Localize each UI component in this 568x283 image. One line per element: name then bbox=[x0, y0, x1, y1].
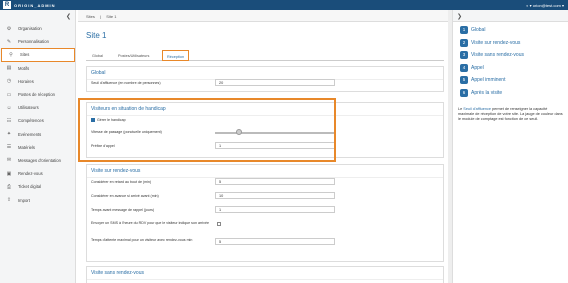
breadcrumb-current: Site 1 bbox=[106, 13, 117, 19]
seuil-label: Seuil d'affluence (en nombre de personne… bbox=[91, 81, 161, 85]
organisation-icon: ⚙ bbox=[6, 25, 12, 32]
tab-postes-utilisateurs[interactable]: Postes/Utilisateurs bbox=[114, 50, 153, 61]
handicap-highlight bbox=[78, 98, 336, 162]
help-step-label: Global bbox=[471, 27, 486, 33]
help-panel: ❯ 1 Global 2 Visite sur rendez-vous 3 Visite … bbox=[452, 10, 568, 283]
collapse-help-icon[interactable]: ❯ bbox=[457, 13, 462, 20]
sans-rdv-panel-title: Visite sans rendez-vous bbox=[87, 267, 443, 280]
attente-input[interactable]: 5 bbox=[215, 238, 335, 245]
sidebar-item-label: Motifs bbox=[18, 65, 30, 71]
sidebar-item-utilisateurs[interactable]: ☺ Utilisateurs bbox=[0, 101, 76, 114]
help-step-5[interactable]: 5 Appel imminent bbox=[460, 76, 505, 84]
motifs-icon: ▤ bbox=[6, 65, 12, 72]
import-icon: ⇪ bbox=[6, 197, 12, 204]
user-menu[interactable]: ◐ ▾ orion@test.com ▾ bbox=[526, 3, 564, 8]
rendezvous-icon: ▣ bbox=[6, 170, 12, 177]
help-step-label: Visite sur rendez-vous bbox=[471, 39, 521, 46]
help-step-6[interactable]: 6 Après la visite bbox=[460, 88, 503, 97]
avance-label: Considérer en avance si arrivé avant (mi… bbox=[91, 194, 159, 198]
breadcrumb: Sites | Site 1 bbox=[78, 10, 448, 22]
sms-label: Envoyer un SMS à l'heure du RDV pour que… bbox=[91, 221, 209, 225]
rdv-panel: Visite sur rendez-vous Considérer en ret… bbox=[86, 164, 444, 262]
seuil-input[interactable]: 20 bbox=[215, 79, 335, 86]
avance-input[interactable]: 10 bbox=[215, 192, 335, 199]
sidebar-nav: ⚙ Organisation ✎ Personnalisation ⚲ Sites ▤ Mot… bbox=[0, 22, 76, 207]
help-step-number: 6 bbox=[460, 88, 468, 97]
collapse-sidebar-icon[interactable]: ❮ bbox=[66, 13, 71, 20]
sidebar-item-label: Horaires bbox=[18, 78, 34, 84]
ticket-icon: ⎙ bbox=[6, 183, 11, 190]
horaires-icon: ◷ bbox=[6, 78, 12, 85]
breadcrumb-root[interactable]: Sites bbox=[86, 14, 95, 19]
tab-reception[interactable]: Réception bbox=[162, 50, 190, 61]
help-step-number: 1 bbox=[460, 26, 468, 34]
sidebar-item-label: Sites bbox=[20, 52, 30, 58]
help-step-label: Appel imminent bbox=[471, 77, 506, 83]
sites-icon: ⚲ bbox=[9, 51, 13, 58]
sidebar-item-ticket[interactable]: ⎙ Ticket digital bbox=[0, 180, 76, 193]
attente-label: Temps d'attente maximal pour un visiteur… bbox=[91, 238, 193, 242]
help-text: Le Seuil d'affluence permet de renseigne… bbox=[458, 107, 564, 121]
sidebar-item-organisation[interactable]: ⚙ Organisation bbox=[0, 22, 76, 35]
retard-input[interactable]: 5 bbox=[215, 178, 335, 185]
app-brand: ORIGIN_ADMIN bbox=[14, 2, 56, 8]
personnalisation-icon: ✎ bbox=[6, 38, 12, 45]
sidebar-item-label: Personnalisation bbox=[18, 39, 49, 45]
rappel-input[interactable]: 1 bbox=[215, 206, 335, 213]
sidebar-item-competences[interactable]: ☷ Compétences bbox=[0, 114, 76, 127]
help-step-label: Appel bbox=[471, 64, 484, 71]
sidebar-item-label: Evénements bbox=[18, 131, 42, 137]
retard-label: Considérer en retard au bout de (min) bbox=[91, 180, 152, 184]
sidebar-item-materiels[interactable]: ☰ Matériels bbox=[0, 141, 76, 154]
sidebar-item-label: Rendez-vous bbox=[18, 171, 43, 177]
sms-checkbox[interactable] bbox=[217, 222, 221, 226]
sidebar-item-personnalisation[interactable]: ✎ Personnalisation bbox=[0, 35, 76, 48]
sidebar-item-messages[interactable]: ✉ Messages d'orientation bbox=[0, 154, 76, 167]
sidebar-item-label: Organisation bbox=[18, 26, 42, 32]
sidebar-item-postes[interactable]: ▭ Postes de réception bbox=[0, 88, 76, 101]
sidebar-item-evenements[interactable]: ✦ Evénements bbox=[0, 128, 76, 141]
sans-rdv-panel: Visite sans rendez-vous bbox=[86, 266, 444, 283]
competences-icon: ☷ bbox=[6, 117, 12, 124]
materiels-icon: ☰ bbox=[6, 144, 12, 151]
tab-global[interactable]: Global bbox=[88, 50, 107, 61]
top-bar: R ORIGIN_ADMIN ◐ ▾ orion@test.com ▾ bbox=[0, 0, 568, 10]
help-step-label: Visite sans rendez-vous bbox=[471, 52, 524, 58]
rappel-label: Temps avant message de rappel (jours) bbox=[91, 208, 155, 212]
evenements-icon: ✦ bbox=[6, 131, 12, 138]
rdv-panel-title: Visite sur rendez-vous bbox=[87, 165, 443, 178]
sidebar-item-import[interactable]: ⇪ Import bbox=[0, 193, 76, 206]
sidebar-item-rendezvous[interactable]: ▣ Rendez-vous bbox=[0, 167, 76, 180]
sidebar-item-label: Utilisateurs bbox=[18, 105, 39, 111]
postes-icon: ▭ bbox=[6, 91, 12, 98]
sidebar-item-label: Import bbox=[18, 197, 30, 203]
help-panel-header: ❯ bbox=[453, 10, 568, 22]
page-title: Site 1 bbox=[86, 31, 107, 40]
help-step-3[interactable]: 3 Visite sans rendez-vous bbox=[460, 51, 524, 59]
help-text-link[interactable]: Seuil d'affluence bbox=[463, 107, 491, 111]
sidebar-item-motifs[interactable]: ▤ Motifs bbox=[0, 62, 76, 75]
messages-icon: ✉ bbox=[6, 157, 12, 164]
sidebar-item-horaires[interactable]: ◷ Horaires bbox=[0, 75, 76, 88]
help-step-4[interactable]: 4 Appel bbox=[460, 63, 484, 72]
help-step-label: Après la visite bbox=[471, 89, 503, 96]
sidebar-item-sites[interactable]: ⚲ Sites bbox=[1, 48, 75, 62]
help-step-number: 5 bbox=[460, 76, 468, 84]
sidebar-item-label: Ticket digital bbox=[18, 184, 42, 190]
tab-bar: Global Postes/Utilisateurs Réception bbox=[86, 50, 444, 61]
sidebar-item-label: Compétences bbox=[18, 118, 44, 124]
help-step-number: 3 bbox=[460, 51, 468, 59]
app-logo: R bbox=[3, 1, 11, 9]
global-panel: Global Seuil d'affluence (en nombre de p… bbox=[86, 66, 444, 92]
sidebar-item-label: Postes de réception bbox=[18, 92, 56, 98]
sidebar: ❮ ⚙ Organisation ✎ Personnalisation ⚲ Sites ▤ M… bbox=[0, 10, 76, 283]
breadcrumb-separator: | bbox=[100, 13, 102, 19]
help-step-1[interactable]: 1 Global bbox=[460, 26, 485, 34]
help-step-number: 4 bbox=[460, 63, 468, 72]
utilisateurs-icon: ☺ bbox=[6, 104, 12, 111]
sidebar-item-label: Messages d'orientation bbox=[18, 157, 61, 163]
sidebar-item-label: Matériels bbox=[18, 144, 35, 150]
help-step-2[interactable]: 2 Visite sur rendez-vous bbox=[460, 38, 521, 47]
help-step-number: 2 bbox=[460, 38, 468, 47]
